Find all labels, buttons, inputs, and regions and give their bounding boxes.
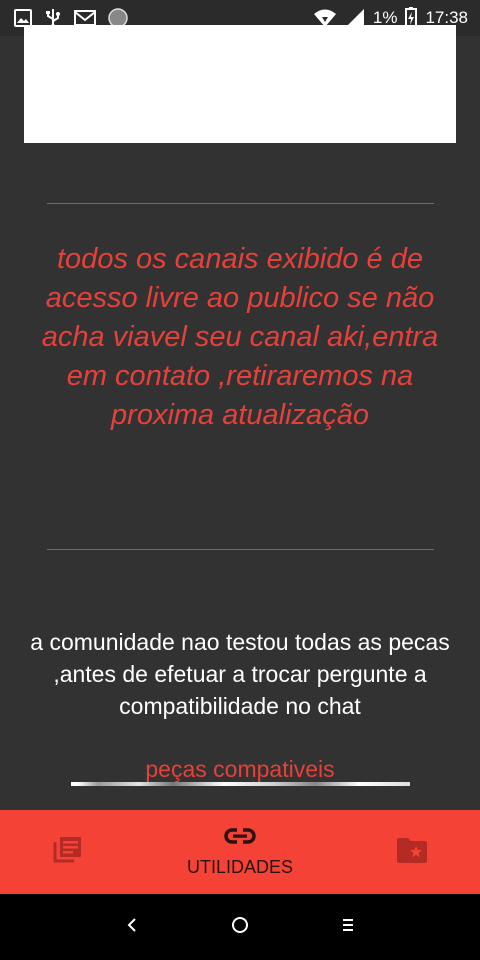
nav-news-button[interactable] — [40, 810, 96, 894]
community-text: a comunidade nao testou todas as pecas ,… — [30, 629, 450, 719]
image-strip — [71, 782, 410, 786]
back-button[interactable] — [118, 913, 146, 941]
recents-button[interactable] — [334, 913, 362, 941]
divider-bottom — [47, 549, 434, 550]
folder-star-icon — [396, 836, 428, 869]
system-nav-bar — [0, 894, 480, 960]
divider-top — [47, 203, 434, 204]
nav-utilities-button[interactable]: UTILIDADES — [160, 810, 320, 894]
link-icon — [223, 826, 257, 851]
news-icon — [52, 834, 84, 871]
nav-utilities-label: UTILIDADES — [186, 857, 294, 877]
screen: 1% 17:38 todos os canais exibido é de ac… — [0, 0, 480, 960]
banner-ad[interactable] — [24, 25, 456, 143]
back-icon — [126, 917, 138, 938]
compatible-parts-link[interactable]: peças compativeis — [24, 755, 456, 783]
nav-favorites-button[interactable] — [384, 810, 440, 894]
recents-icon — [341, 917, 355, 938]
notice-text: todos os canais exibido é de acesso livr… — [41, 243, 439, 431]
home-button[interactable] — [226, 913, 254, 941]
bottom-nav: UTILIDADES — [0, 810, 480, 894]
home-icon — [231, 916, 249, 939]
